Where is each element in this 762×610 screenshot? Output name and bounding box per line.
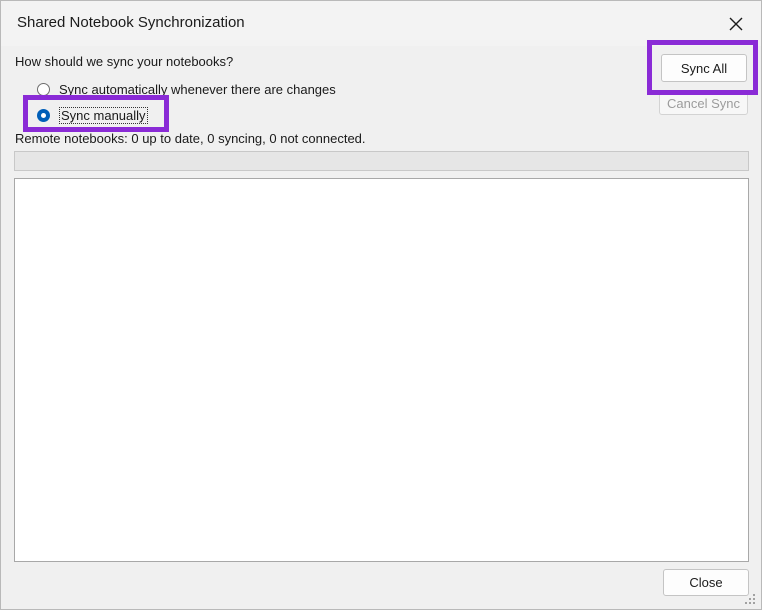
sync-progress-bar [14, 151, 749, 171]
close-icon [729, 17, 743, 31]
resize-grip-icon[interactable] [744, 593, 756, 605]
dialog-title: Shared Notebook Synchronization [17, 14, 245, 31]
close-button[interactable]: Close [663, 569, 749, 596]
cancel-sync-label: Cancel Sync [667, 95, 740, 111]
close-window-button[interactable] [719, 9, 753, 39]
sync-question: How should we sync your notebooks? [15, 54, 234, 69]
remote-notebooks-status: Remote notebooks: 0 up to date, 0 syncin… [15, 131, 366, 146]
sync-manually-highlight-box [23, 95, 169, 132]
notebook-list[interactable] [14, 178, 749, 562]
close-label: Close [689, 575, 723, 590]
sync-dialog: Shared Notebook Synchronization How shou… [0, 0, 762, 610]
sync-all-highlight-box [647, 40, 758, 95]
